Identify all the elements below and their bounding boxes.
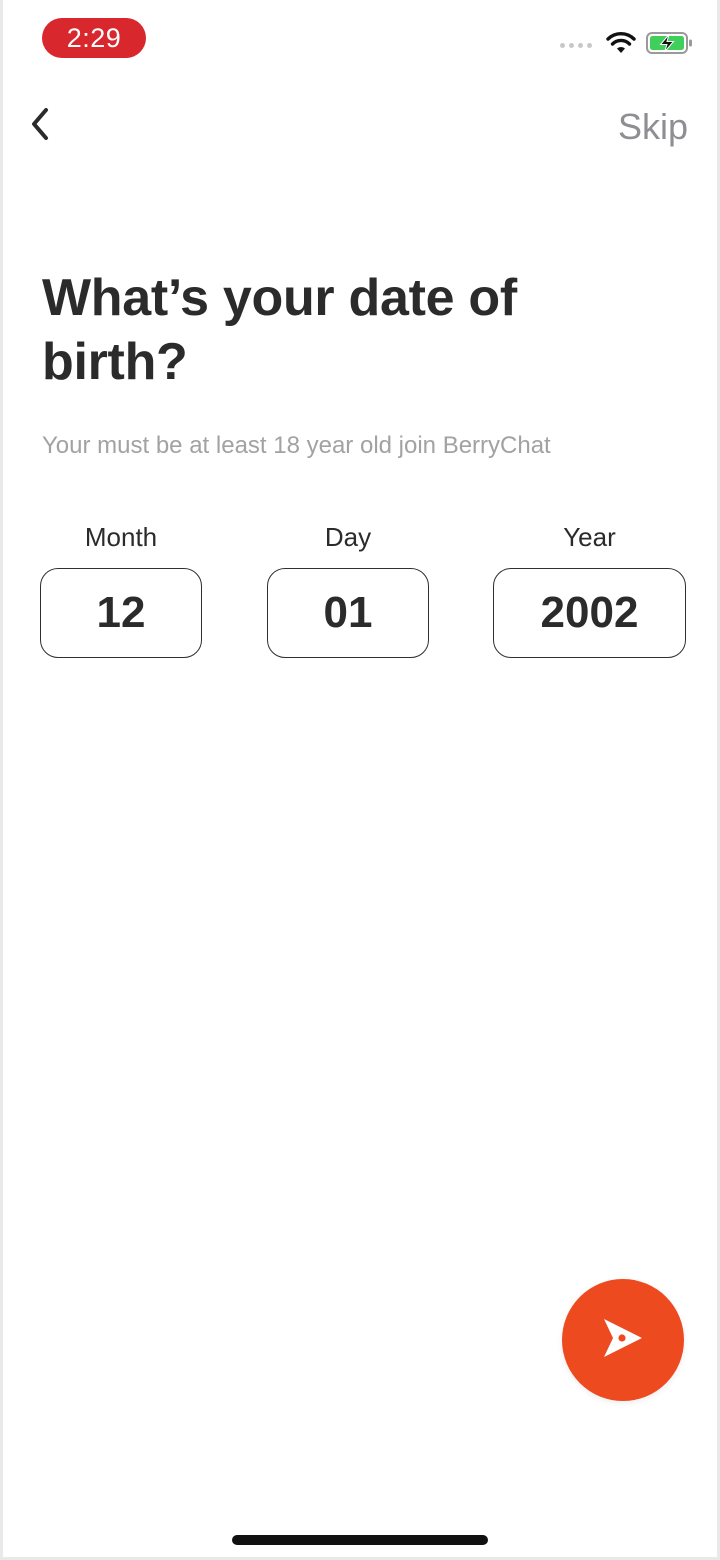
home-indicator[interactable] [232,1535,488,1545]
day-field-group: Day 01 [267,520,429,658]
day-label: Day [324,522,372,552]
page-subtitle: Your must be at least 18 year old join B… [42,432,551,459]
year-field-group: Year 2002 [493,520,686,658]
day-input[interactable]: 01 [267,568,429,658]
next-button[interactable] [562,1279,684,1401]
month-input[interactable]: 12 [40,568,202,658]
wifi-icon [606,31,636,60]
battery-charging-icon [646,31,694,60]
chevron-left-icon [29,107,51,146]
status-icons [560,28,694,62]
skip-button[interactable]: Skip [618,106,688,148]
year-label: Year [563,522,616,552]
page-title: What’s your date of birth? [42,269,517,391]
status-time: 2:29 [42,18,146,58]
year-input[interactable]: 2002 [493,568,686,658]
month-label: Month [84,522,158,552]
month-field-group: Month 12 [40,520,202,658]
back-button[interactable] [20,104,60,148]
send-arrow-icon [600,1315,646,1366]
frame-edge-left [0,0,3,1560]
cellular-dots-icon [560,42,592,48]
